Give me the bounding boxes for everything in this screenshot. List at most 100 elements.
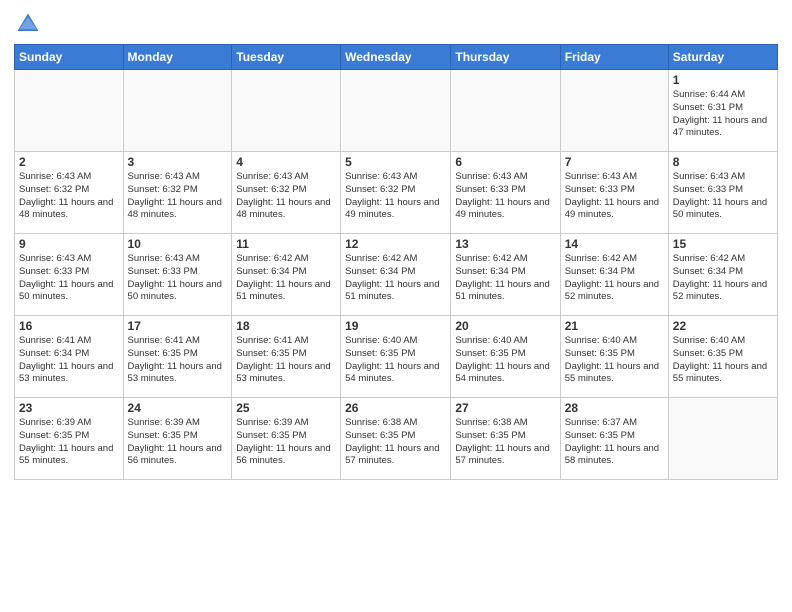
calendar-cell: 8 Sunrise: 6:43 AM Sunset: 6:33 PM Daylig…	[668, 152, 777, 234]
day-number: 20	[455, 319, 555, 333]
day-info: Sunrise: 6:39 AM Sunset: 6:35 PM Dayligh…	[236, 417, 336, 468]
day-info: Sunrise: 6:38 AM Sunset: 6:35 PM Dayligh…	[345, 417, 446, 468]
calendar-week-row: 2 Sunrise: 6:43 AM Sunset: 6:32 PM Daylig…	[15, 152, 778, 234]
calendar-cell	[123, 70, 232, 152]
day-number: 23	[19, 401, 119, 415]
day-number: 15	[673, 237, 773, 251]
calendar-cell: 6 Sunrise: 6:43 AM Sunset: 6:33 PM Daylig…	[451, 152, 560, 234]
calendar-cell: 14 Sunrise: 6:42 AM Sunset: 6:34 PM Dayli…	[560, 234, 668, 316]
day-info: Sunrise: 6:43 AM Sunset: 6:33 PM Dayligh…	[19, 253, 119, 304]
day-number: 11	[236, 237, 336, 251]
day-info: Sunrise: 6:41 AM Sunset: 6:35 PM Dayligh…	[236, 335, 336, 386]
day-info: Sunrise: 6:39 AM Sunset: 6:35 PM Dayligh…	[19, 417, 119, 468]
day-info: Sunrise: 6:43 AM Sunset: 6:33 PM Dayligh…	[128, 253, 228, 304]
calendar-cell: 2 Sunrise: 6:43 AM Sunset: 6:32 PM Daylig…	[15, 152, 124, 234]
calendar-cell: 22 Sunrise: 6:40 AM Sunset: 6:35 PM Dayli…	[668, 316, 777, 398]
calendar-cell	[668, 398, 777, 480]
day-info: Sunrise: 6:42 AM Sunset: 6:34 PM Dayligh…	[673, 253, 773, 304]
day-info: Sunrise: 6:42 AM Sunset: 6:34 PM Dayligh…	[236, 253, 336, 304]
logo-icon	[14, 10, 42, 38]
day-info: Sunrise: 6:40 AM Sunset: 6:35 PM Dayligh…	[565, 335, 664, 386]
day-info: Sunrise: 6:42 AM Sunset: 6:34 PM Dayligh…	[345, 253, 446, 304]
day-number: 2	[19, 155, 119, 169]
day-number: 26	[345, 401, 446, 415]
day-info: Sunrise: 6:40 AM Sunset: 6:35 PM Dayligh…	[345, 335, 446, 386]
day-number: 18	[236, 319, 336, 333]
header	[14, 10, 778, 38]
logo	[14, 10, 46, 38]
day-info: Sunrise: 6:43 AM Sunset: 6:32 PM Dayligh…	[236, 171, 336, 222]
calendar-cell: 26 Sunrise: 6:38 AM Sunset: 6:35 PM Dayli…	[341, 398, 451, 480]
day-number: 17	[128, 319, 228, 333]
day-info: Sunrise: 6:41 AM Sunset: 6:35 PM Dayligh…	[128, 335, 228, 386]
day-number: 27	[455, 401, 555, 415]
day-info: Sunrise: 6:43 AM Sunset: 6:32 PM Dayligh…	[345, 171, 446, 222]
day-number: 5	[345, 155, 446, 169]
calendar-cell: 17 Sunrise: 6:41 AM Sunset: 6:35 PM Dayli…	[123, 316, 232, 398]
day-number: 24	[128, 401, 228, 415]
calendar-header-monday: Monday	[123, 45, 232, 70]
day-number: 3	[128, 155, 228, 169]
day-info: Sunrise: 6:43 AM Sunset: 6:33 PM Dayligh…	[673, 171, 773, 222]
calendar-week-row: 9Sunrise: 6:43 AM Sunset: 6:33 PM Daylig…	[15, 234, 778, 316]
day-number: 21	[565, 319, 664, 333]
day-number: 25	[236, 401, 336, 415]
calendar-cell: 9Sunrise: 6:43 AM Sunset: 6:33 PM Daylig…	[15, 234, 124, 316]
day-number: 12	[345, 237, 446, 251]
day-info: Sunrise: 6:40 AM Sunset: 6:35 PM Dayligh…	[455, 335, 555, 386]
day-number: 22	[673, 319, 773, 333]
calendar-cell: 1 Sunrise: 6:44 AM Sunset: 6:31 PM Daylig…	[668, 70, 777, 152]
calendar-week-row: 16 Sunrise: 6:41 AM Sunset: 6:34 PM Dayli…	[15, 316, 778, 398]
calendar-header-saturday: Saturday	[668, 45, 777, 70]
calendar-cell: 19Sunrise: 6:40 AM Sunset: 6:35 PM Dayli…	[341, 316, 451, 398]
calendar-page: SundayMondayTuesdayWednesdayThursdayFrid…	[0, 0, 792, 612]
day-info: Sunrise: 6:44 AM Sunset: 6:31 PM Dayligh…	[673, 89, 773, 140]
calendar-header-tuesday: Tuesday	[232, 45, 341, 70]
calendar-cell: 28 Sunrise: 6:37 AM Sunset: 6:35 PM Dayli…	[560, 398, 668, 480]
day-info: Sunrise: 6:42 AM Sunset: 6:34 PM Dayligh…	[565, 253, 664, 304]
calendar-cell: 7Sunrise: 6:43 AM Sunset: 6:33 PM Daylig…	[560, 152, 668, 234]
calendar-cell	[341, 70, 451, 152]
calendar-cell: 16 Sunrise: 6:41 AM Sunset: 6:34 PM Dayli…	[15, 316, 124, 398]
day-number: 14	[565, 237, 664, 251]
calendar-cell: 13Sunrise: 6:42 AM Sunset: 6:34 PM Dayli…	[451, 234, 560, 316]
day-info: Sunrise: 6:43 AM Sunset: 6:33 PM Dayligh…	[565, 171, 664, 222]
calendar-week-row: 23 Sunrise: 6:39 AM Sunset: 6:35 PM Dayli…	[15, 398, 778, 480]
day-info: Sunrise: 6:39 AM Sunset: 6:35 PM Dayligh…	[128, 417, 228, 468]
calendar-cell	[560, 70, 668, 152]
day-info: Sunrise: 6:43 AM Sunset: 6:32 PM Dayligh…	[19, 171, 119, 222]
day-number: 8	[673, 155, 773, 169]
day-info: Sunrise: 6:37 AM Sunset: 6:35 PM Dayligh…	[565, 417, 664, 468]
day-number: 28	[565, 401, 664, 415]
calendar-cell: 4 Sunrise: 6:43 AM Sunset: 6:32 PM Daylig…	[232, 152, 341, 234]
day-info: Sunrise: 6:43 AM Sunset: 6:33 PM Dayligh…	[455, 171, 555, 222]
calendar-cell: 5 Sunrise: 6:43 AM Sunset: 6:32 PM Daylig…	[341, 152, 451, 234]
calendar-cell: 25 Sunrise: 6:39 AM Sunset: 6:35 PM Dayli…	[232, 398, 341, 480]
calendar-cell: 10 Sunrise: 6:43 AM Sunset: 6:33 PM Dayli…	[123, 234, 232, 316]
day-number: 6	[455, 155, 555, 169]
calendar-cell: 21 Sunrise: 6:40 AM Sunset: 6:35 PM Dayli…	[560, 316, 668, 398]
calendar-cell	[451, 70, 560, 152]
calendar-cell: 18 Sunrise: 6:41 AM Sunset: 6:35 PM Dayli…	[232, 316, 341, 398]
day-info: Sunrise: 6:40 AM Sunset: 6:35 PM Dayligh…	[673, 335, 773, 386]
calendar-cell: 12 Sunrise: 6:42 AM Sunset: 6:34 PM Dayli…	[341, 234, 451, 316]
calendar-cell: 15 Sunrise: 6:42 AM Sunset: 6:34 PM Dayli…	[668, 234, 777, 316]
day-info: Sunrise: 6:41 AM Sunset: 6:34 PM Dayligh…	[19, 335, 119, 386]
calendar-cell: 24 Sunrise: 6:39 AM Sunset: 6:35 PM Dayli…	[123, 398, 232, 480]
calendar-cell: 27 Sunrise: 6:38 AM Sunset: 6:35 PM Dayli…	[451, 398, 560, 480]
calendar-cell: 23 Sunrise: 6:39 AM Sunset: 6:35 PM Dayli…	[15, 398, 124, 480]
day-number: 1	[673, 73, 773, 87]
day-info: Sunrise: 6:43 AM Sunset: 6:32 PM Dayligh…	[128, 171, 228, 222]
day-number: 4	[236, 155, 336, 169]
calendar-header-sunday: Sunday	[15, 45, 124, 70]
day-info: Sunrise: 6:38 AM Sunset: 6:35 PM Dayligh…	[455, 417, 555, 468]
calendar-week-row: 1 Sunrise: 6:44 AM Sunset: 6:31 PM Daylig…	[15, 70, 778, 152]
calendar-header-wednesday: Wednesday	[341, 45, 451, 70]
calendar-header-friday: Friday	[560, 45, 668, 70]
calendar-cell: 3 Sunrise: 6:43 AM Sunset: 6:32 PM Daylig…	[123, 152, 232, 234]
day-number: 16	[19, 319, 119, 333]
calendar-cell	[232, 70, 341, 152]
day-info: Sunrise: 6:42 AM Sunset: 6:34 PM Dayligh…	[455, 253, 555, 304]
calendar-table: SundayMondayTuesdayWednesdayThursdayFrid…	[14, 44, 778, 480]
day-number: 10	[128, 237, 228, 251]
